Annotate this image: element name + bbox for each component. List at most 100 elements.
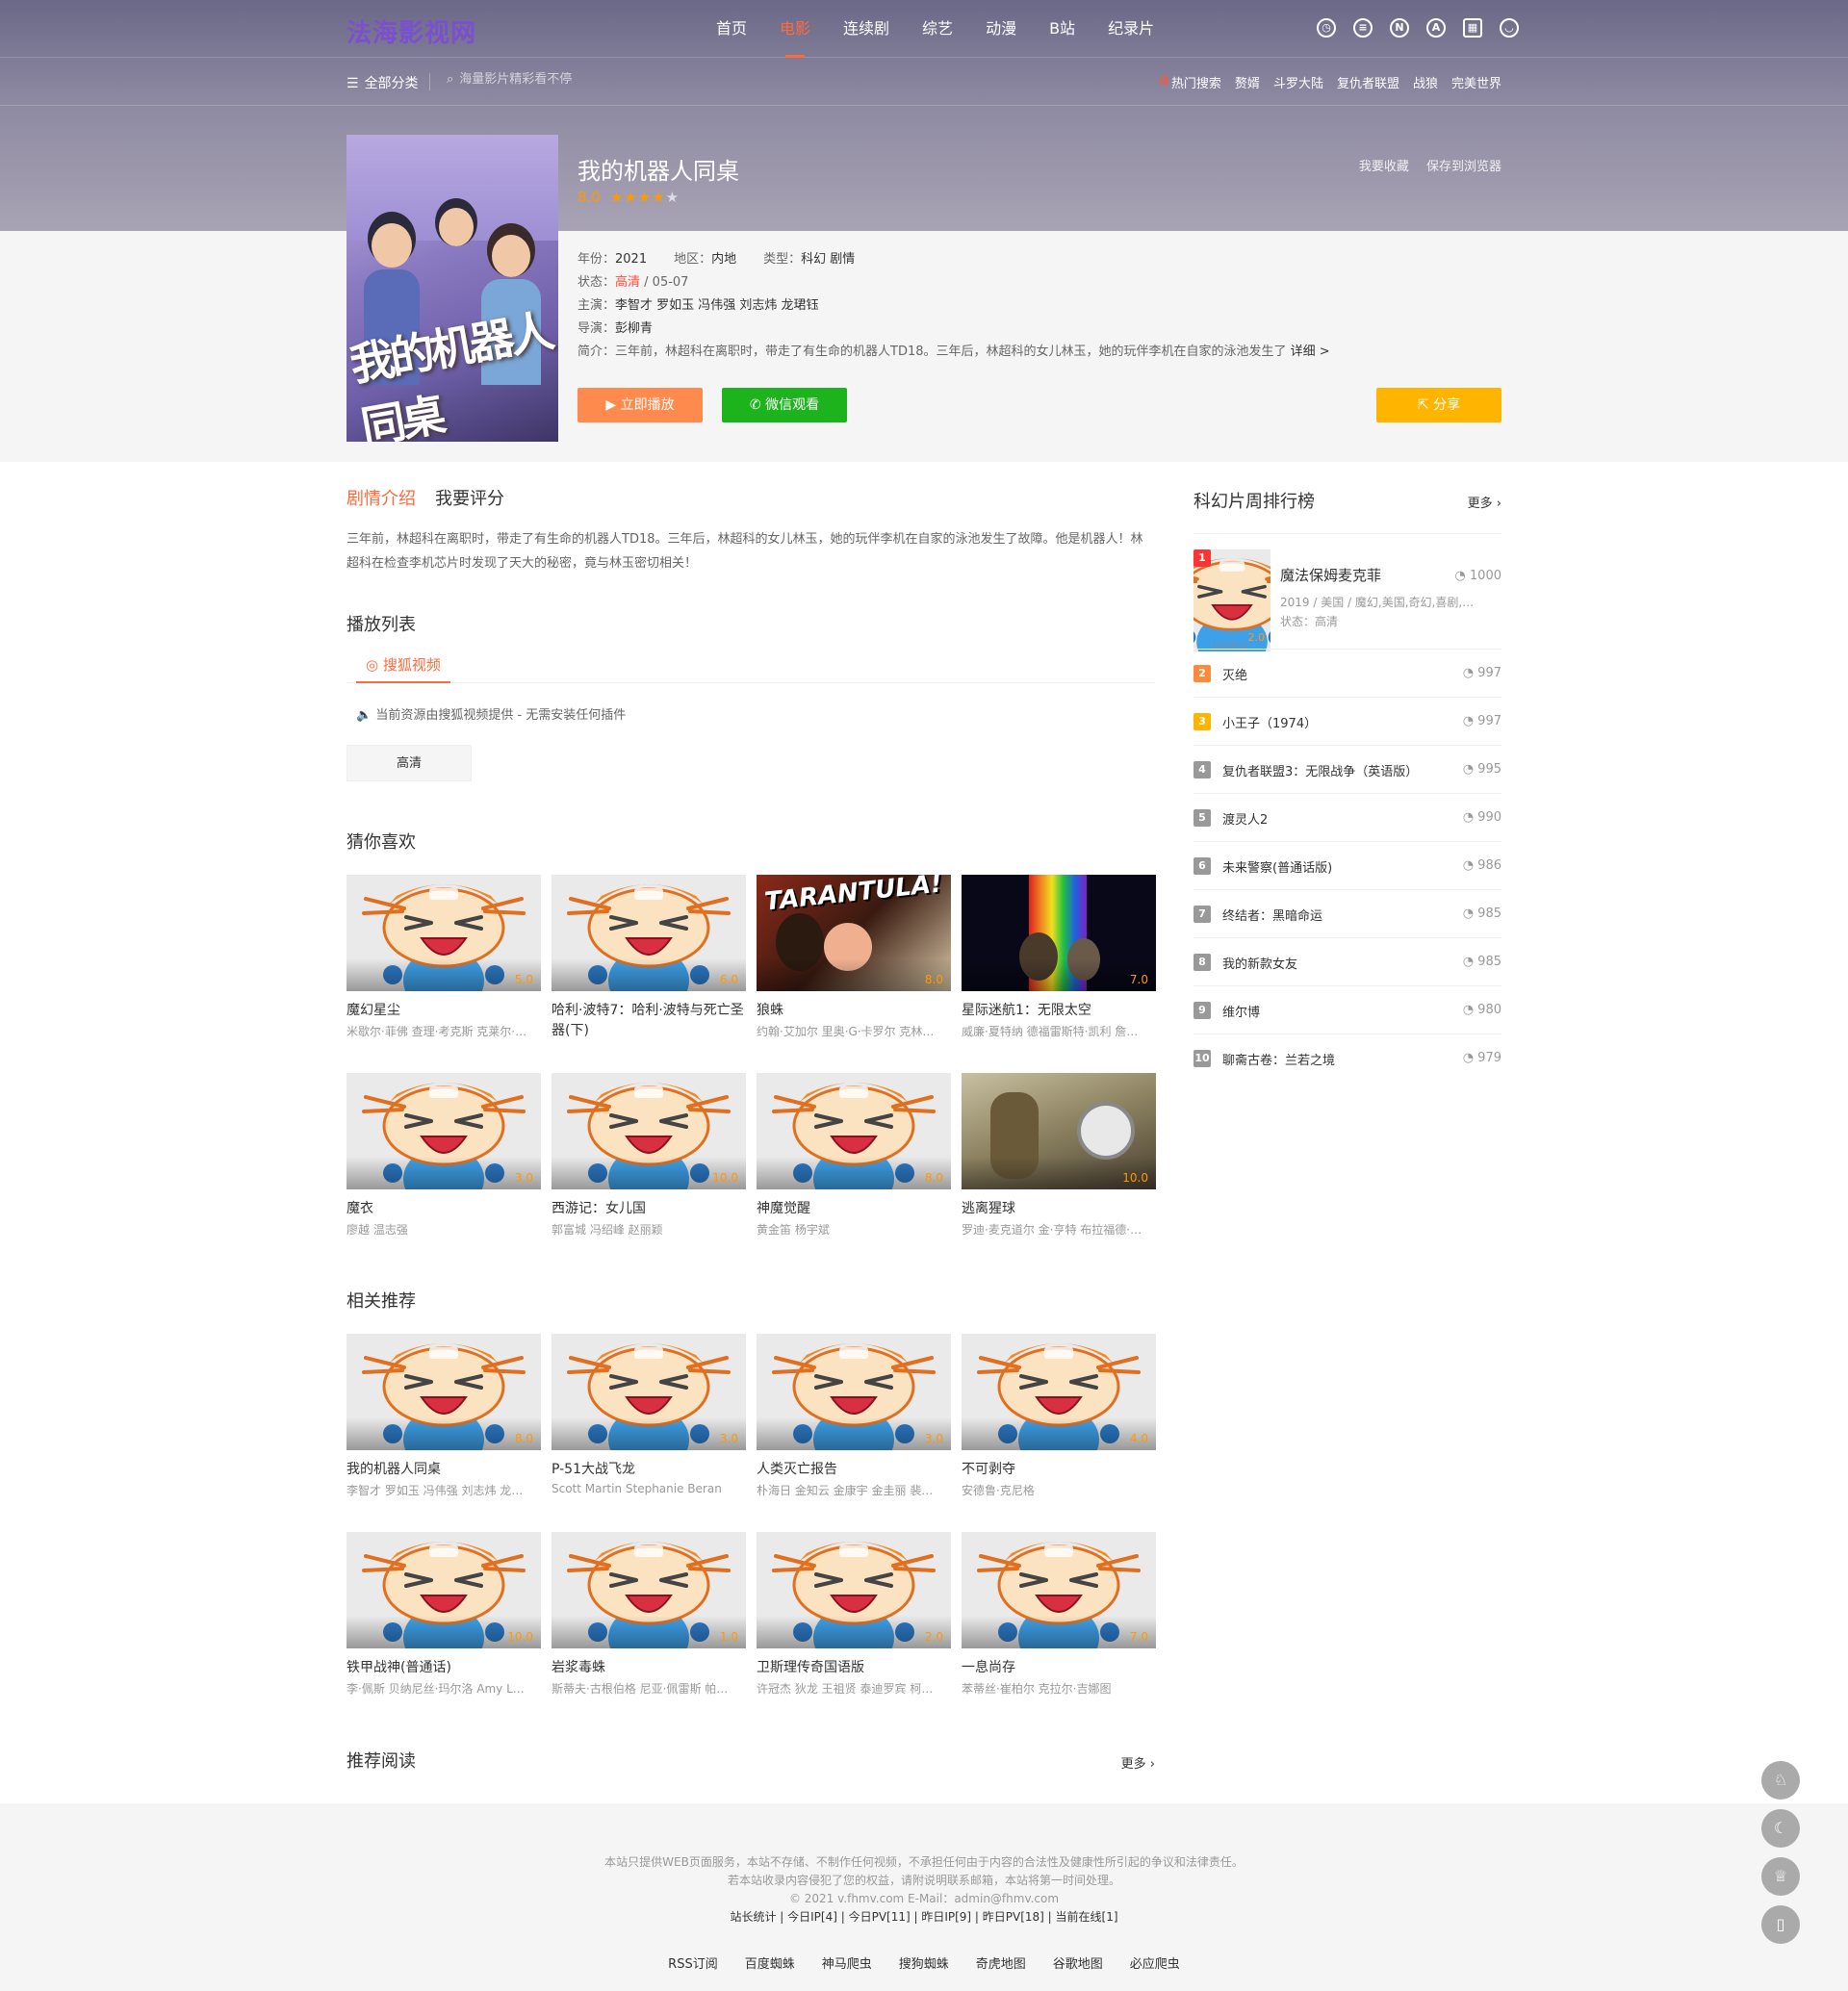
ranking-item-1[interactable]: 2.0 Loading 1 魔法保姆麦克菲 ◔ 1000 2019 / 美国 / … [1194, 533, 1502, 651]
detail-link[interactable]: 详细 > [1291, 345, 1330, 359]
movie-card-title[interactable]: 逃离猩球 [962, 1199, 1156, 1219]
movie-thumb[interactable]: 10.0 [552, 1073, 746, 1189]
movie-card-cast: 李·佩斯 贝纳尼丝·玛尔洛 Amy L… [346, 1682, 525, 1696]
area-value[interactable]: 内地 [711, 252, 736, 267]
menu-movie[interactable]: 电影 [780, 0, 810, 58]
menu-anime[interactable]: 动漫 [986, 0, 1016, 58]
movie-card-title[interactable]: 人类灭亡报告 [757, 1460, 951, 1480]
clock-icon[interactable]: ◷ [1317, 18, 1336, 38]
footer-link[interactable]: RSS订阅 [668, 1953, 718, 1972]
menu-home[interactable]: 首页 [716, 0, 747, 58]
ranking-item[interactable]: 8 我的新款女友 ◔ 985 [1194, 937, 1502, 985]
hot-item[interactable]: 赘婿 [1235, 73, 1260, 91]
movie-thumb[interactable]: 6.0 [552, 875, 746, 991]
ranking-item[interactable]: 4 复仇者联盟3：无限战争（英语版） ◔ 995 [1194, 745, 1502, 793]
movie-thumb[interactable]: 10.0 [962, 1073, 1156, 1189]
hot-item[interactable]: 战狼 [1413, 73, 1438, 91]
movie-thumb[interactable]: 7.0 [962, 875, 1156, 991]
movie-thumb[interactable]: 1.0 [552, 1532, 746, 1648]
search-input[interactable] [459, 72, 749, 87]
all-categories-button[interactable]: ☰ 全部分类 [346, 73, 419, 92]
movie-card-title[interactable]: 一息尚存 [962, 1658, 1156, 1678]
reading-more-link[interactable]: 更多 › [1121, 1753, 1155, 1772]
menu-series[interactable]: 连续剧 [843, 0, 889, 58]
ranking-item[interactable]: 10 聊斋古卷：兰若之境 ◔ 979 [1194, 1034, 1502, 1082]
movie-card-title[interactable]: 星际迷航1：无限太空 [962, 1001, 1156, 1021]
movie-score: 3.0 [924, 1432, 943, 1445]
document-icon[interactable]: ▯ [1761, 1905, 1800, 1944]
footer-link[interactable]: 神马爬虫 [822, 1953, 872, 1972]
movie-card-title[interactable]: 西游记：女儿国 [552, 1199, 746, 1219]
ranking-item[interactable]: 6 未来警察(普通话版) ◔ 986 [1194, 841, 1502, 889]
footer-link[interactable]: 谷歌地图 [1053, 1953, 1103, 1972]
movie-card-title[interactable]: 哈利·波特7：哈利·波特与死亡圣器(下) [552, 1001, 746, 1041]
hot-item[interactable]: 斗罗大陆 [1273, 73, 1323, 91]
movie-thumb[interactable]: 7.0 [962, 1532, 1156, 1648]
ranking-item[interactable]: 7 终结者：黑暗命运 ◔ 985 [1194, 889, 1502, 937]
reading-heading: 推荐阅读 [346, 1751, 416, 1772]
share-button[interactable]: ⇱ 分享 [1376, 388, 1502, 422]
movie-thumb[interactable]: 3.0 [552, 1334, 746, 1450]
movie-card-title[interactable]: 狼蛛 [757, 1001, 951, 1021]
cast-value[interactable]: 李智才 罗如玉 冯伟强 刘志炜 龙珺钰 [615, 298, 819, 313]
movie-card-title[interactable]: 不可剥夺 [962, 1460, 1156, 1480]
grid-icon[interactable]: ▦ [1463, 18, 1482, 38]
movie-card-title[interactable]: 我的机器人同桌 [346, 1460, 541, 1480]
hot-item[interactable]: 完美世界 [1451, 73, 1502, 91]
menu-documentary[interactable]: 纪录片 [1108, 0, 1154, 58]
face-icon[interactable]: ◡ [1500, 18, 1519, 38]
movie-thumb[interactable]: 2.0 [757, 1532, 951, 1648]
chat-icon[interactable]: ≡ [1353, 18, 1373, 38]
movie-card-title[interactable]: P-51大战飞龙 [552, 1460, 746, 1480]
footer-link[interactable]: 奇虎地图 [976, 1953, 1026, 1972]
related-grid: 8.0 我的机器人同桌 李智才 罗如玉 冯伟强 刘志炜 龙… 3.0 P-51大战飞龙 S… [346, 1334, 1167, 1719]
save-to-browser-button[interactable]: 保存到浏览器 [1426, 160, 1502, 174]
movie-thumb[interactable]: 3.0 [346, 1073, 541, 1189]
wechat-watch-button[interactable]: ✆ 微信观看 [722, 388, 847, 422]
ranking-item[interactable]: 9 维尔博 ◔ 980 [1194, 985, 1502, 1034]
search-icon[interactable]: ⌕ [447, 72, 453, 87]
footer-link[interactable]: 百度蜘蛛 [745, 1953, 795, 1972]
movie-poster[interactable]: 我的机器人同桌 [346, 135, 558, 442]
menu-variety[interactable]: 综艺 [922, 0, 953, 58]
footer-link[interactable]: 搜狗蜘蛛 [899, 1953, 949, 1972]
play-button[interactable]: ▶ 立即播放 [578, 388, 703, 422]
movie-thumb[interactable]: 10.0 [346, 1532, 541, 1648]
movie-card-title[interactable]: 魔衣 [346, 1199, 541, 1219]
tab-rate[interactable]: 我要评分 [435, 485, 504, 510]
episode-hd-button[interactable]: 高清 [346, 745, 472, 781]
qq-icon[interactable]: ♘ [1761, 1761, 1800, 1800]
dark-mode-icon[interactable]: ☾ [1761, 1809, 1800, 1848]
rank-badge: 10 [1194, 1050, 1211, 1067]
tab-plot[interactable]: 剧情介绍 [346, 485, 416, 510]
movie-thumb[interactable]: TARANTULA! 8.0 [757, 875, 951, 991]
n-icon[interactable]: N [1390, 18, 1409, 38]
ranking-item[interactable]: 5 渡灵人2 ◔ 990 [1194, 793, 1502, 841]
movie-card-title[interactable]: 神魔觉醒 [757, 1199, 951, 1219]
source-tab-sohu[interactable]: ◎ 搜狐视频 [356, 649, 450, 683]
app-icon[interactable]: A [1426, 18, 1446, 38]
director-value[interactable]: 彭柳青 [615, 321, 653, 336]
movie-card-title[interactable]: 魔幻星尘 [346, 1001, 541, 1021]
favorite-button[interactable]: 我要收藏 [1359, 160, 1409, 174]
menu-bilibili[interactable]: B站 [1049, 0, 1075, 58]
movie-card-title[interactable]: 铁甲战神(普通话) [346, 1658, 541, 1678]
movie-thumb[interactable]: 8.0 [346, 1334, 541, 1450]
shirt-icon[interactable]: ♕ [1761, 1857, 1800, 1896]
movie-thumb[interactable]: 4.0 [962, 1334, 1156, 1450]
movie-thumb[interactable]: 8.0 [757, 1073, 951, 1189]
ranking-item[interactable]: 2 灭绝 ◔ 997 [1194, 649, 1502, 697]
movie-title: 我的机器人同桌 [578, 158, 739, 185]
movie-card-title[interactable]: 岩浆毒蛛 [552, 1658, 746, 1678]
ranking-item[interactable]: 3 小王子（1974） ◔ 997 [1194, 697, 1502, 745]
ranking-heat: ◔ 997 [1463, 666, 1502, 680]
site-logo[interactable]: 法海影视网 [346, 13, 476, 49]
movie-card-cast: 郭富城 冯绍峰 赵丽颖 [552, 1223, 663, 1237]
movie-thumb[interactable]: 5.0 [346, 875, 541, 991]
movie-card-title[interactable]: 卫斯理传奇国语版 [757, 1658, 951, 1678]
ranking-more-link[interactable]: 更多 › [1468, 493, 1502, 511]
movie-thumb[interactable]: 3.0 [757, 1334, 951, 1450]
footer-link[interactable]: 必应爬虫 [1130, 1953, 1180, 1972]
type-value[interactable]: 科幻 剧情 [801, 252, 855, 267]
hot-item[interactable]: 复仇者联盟 [1337, 73, 1399, 91]
